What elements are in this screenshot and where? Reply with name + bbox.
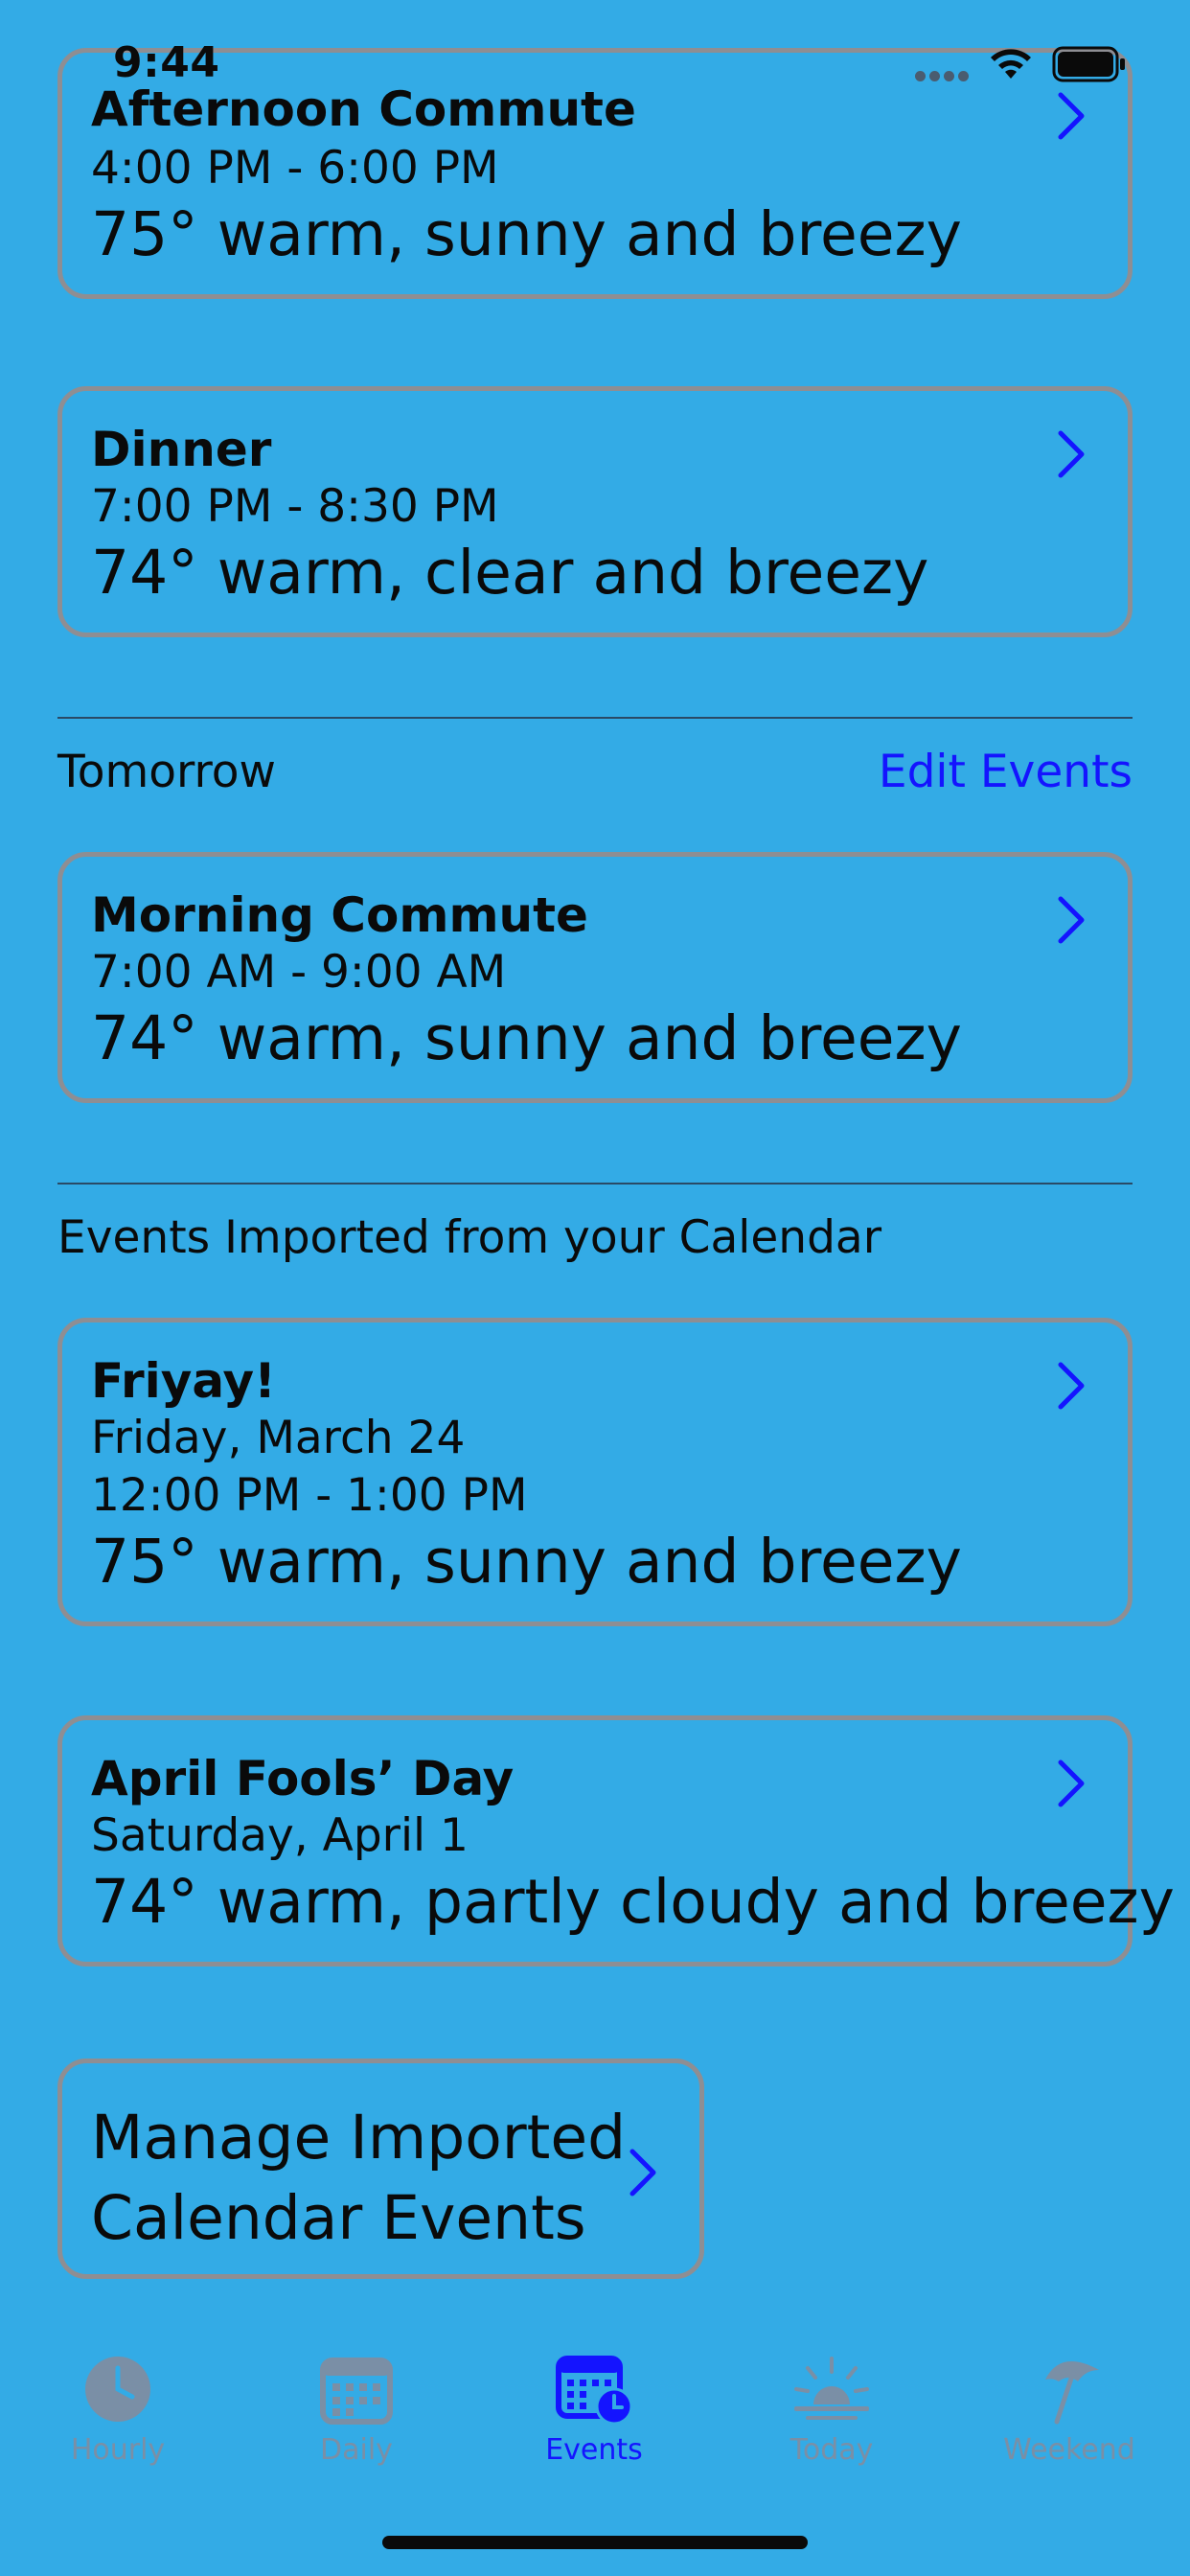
chevron-right-icon — [629, 2149, 656, 2196]
chevron-right-icon — [1058, 1362, 1085, 1410]
event-forecast: 75° warm, sunny and breezy — [91, 1527, 962, 1597]
tab-label: Today — [790, 2433, 874, 2467]
home-indicator[interactable] — [382, 2536, 808, 2549]
event-date: Saturday, April 1 — [91, 1809, 469, 1862]
event-title: Friyay! — [91, 1353, 276, 1409]
event-time-range: 12:00 PM - 1:00 PM — [91, 1469, 528, 1522]
section-header-tomorrow: Tomorrow — [57, 746, 277, 798]
calendar-clock-icon — [556, 2356, 633, 2426]
status-time: 9:44 — [113, 38, 220, 87]
event-card-friyay[interactable]: Friyay! Friday, March 24 12:00 PM - 1:00… — [57, 1318, 1133, 1626]
section-header-imported: Events Imported from your Calendar — [57, 1211, 882, 1264]
beach-umbrella-icon — [1045, 2361, 1099, 2425]
event-time-range: 7:00 PM - 8:30 PM — [91, 480, 499, 533]
manage-imported-events-label: Manage Imported Calendar Events — [91, 2103, 627, 2253]
tab-label: Events — [545, 2433, 643, 2467]
event-title: April Fools’ Day — [91, 1751, 515, 1806]
manage-imported-events-button[interactable]: Manage Imported Calendar Events — [57, 2058, 704, 2279]
event-card-april-fools-day[interactable]: April Fools’ Day Saturday, April 1 74° w… — [57, 1715, 1175, 1966]
tab-events[interactable]: Events — [498, 2353, 690, 2467]
event-time-range: 4:00 PM - 6:00 PM — [91, 142, 499, 195]
tab-weekend[interactable]: Weekend — [973, 2353, 1165, 2467]
cellular-signal-icon — [915, 71, 971, 82]
event-title: Afternoon Commute — [91, 81, 636, 137]
event-card-morning-commute[interactable]: Morning Commute 7:00 AM - 9:00 AM 74° wa… — [57, 852, 1133, 1103]
sunrise-icon — [794, 2357, 869, 2420]
chevron-right-icon — [1058, 92, 1085, 140]
section-divider — [57, 717, 1133, 719]
tab-today[interactable]: Today — [736, 2353, 927, 2467]
chevron-right-icon — [1058, 896, 1085, 944]
section-divider — [57, 1183, 1133, 1184]
event-forecast: 74° warm, partly cloudy and breezy — [91, 1867, 1175, 1937]
clock-icon — [85, 2357, 150, 2422]
edit-events-button[interactable]: Edit Events — [879, 746, 1133, 798]
chevron-right-icon — [1058, 430, 1085, 478]
tab-label: Weekend — [1003, 2433, 1135, 2467]
battery-icon — [1052, 46, 1125, 82]
event-title: Morning Commute — [91, 887, 588, 943]
wifi-icon — [991, 49, 1031, 79]
chevron-right-icon — [1058, 1760, 1085, 1807]
event-card-dinner[interactable]: Dinner 7:00 PM - 8:30 PM 74° warm, clear… — [57, 386, 1133, 637]
event-forecast: 75° warm, sunny and breezy — [91, 199, 962, 269]
event-forecast: 74° warm, sunny and breezy — [91, 1003, 962, 1073]
event-date: Friday, March 24 — [91, 1412, 466, 1464]
calendar-icon — [320, 2358, 393, 2425]
tab-label: Hourly — [70, 2433, 166, 2467]
event-forecast: 74° warm, clear and breezy — [91, 538, 929, 608]
event-time-range: 7:00 AM - 9:00 AM — [91, 946, 507, 999]
tab-daily[interactable]: Daily — [261, 2353, 452, 2467]
tab-label: Daily — [320, 2433, 393, 2467]
event-title: Dinner — [91, 422, 272, 477]
tab-hourly[interactable]: Hourly — [22, 2353, 214, 2467]
